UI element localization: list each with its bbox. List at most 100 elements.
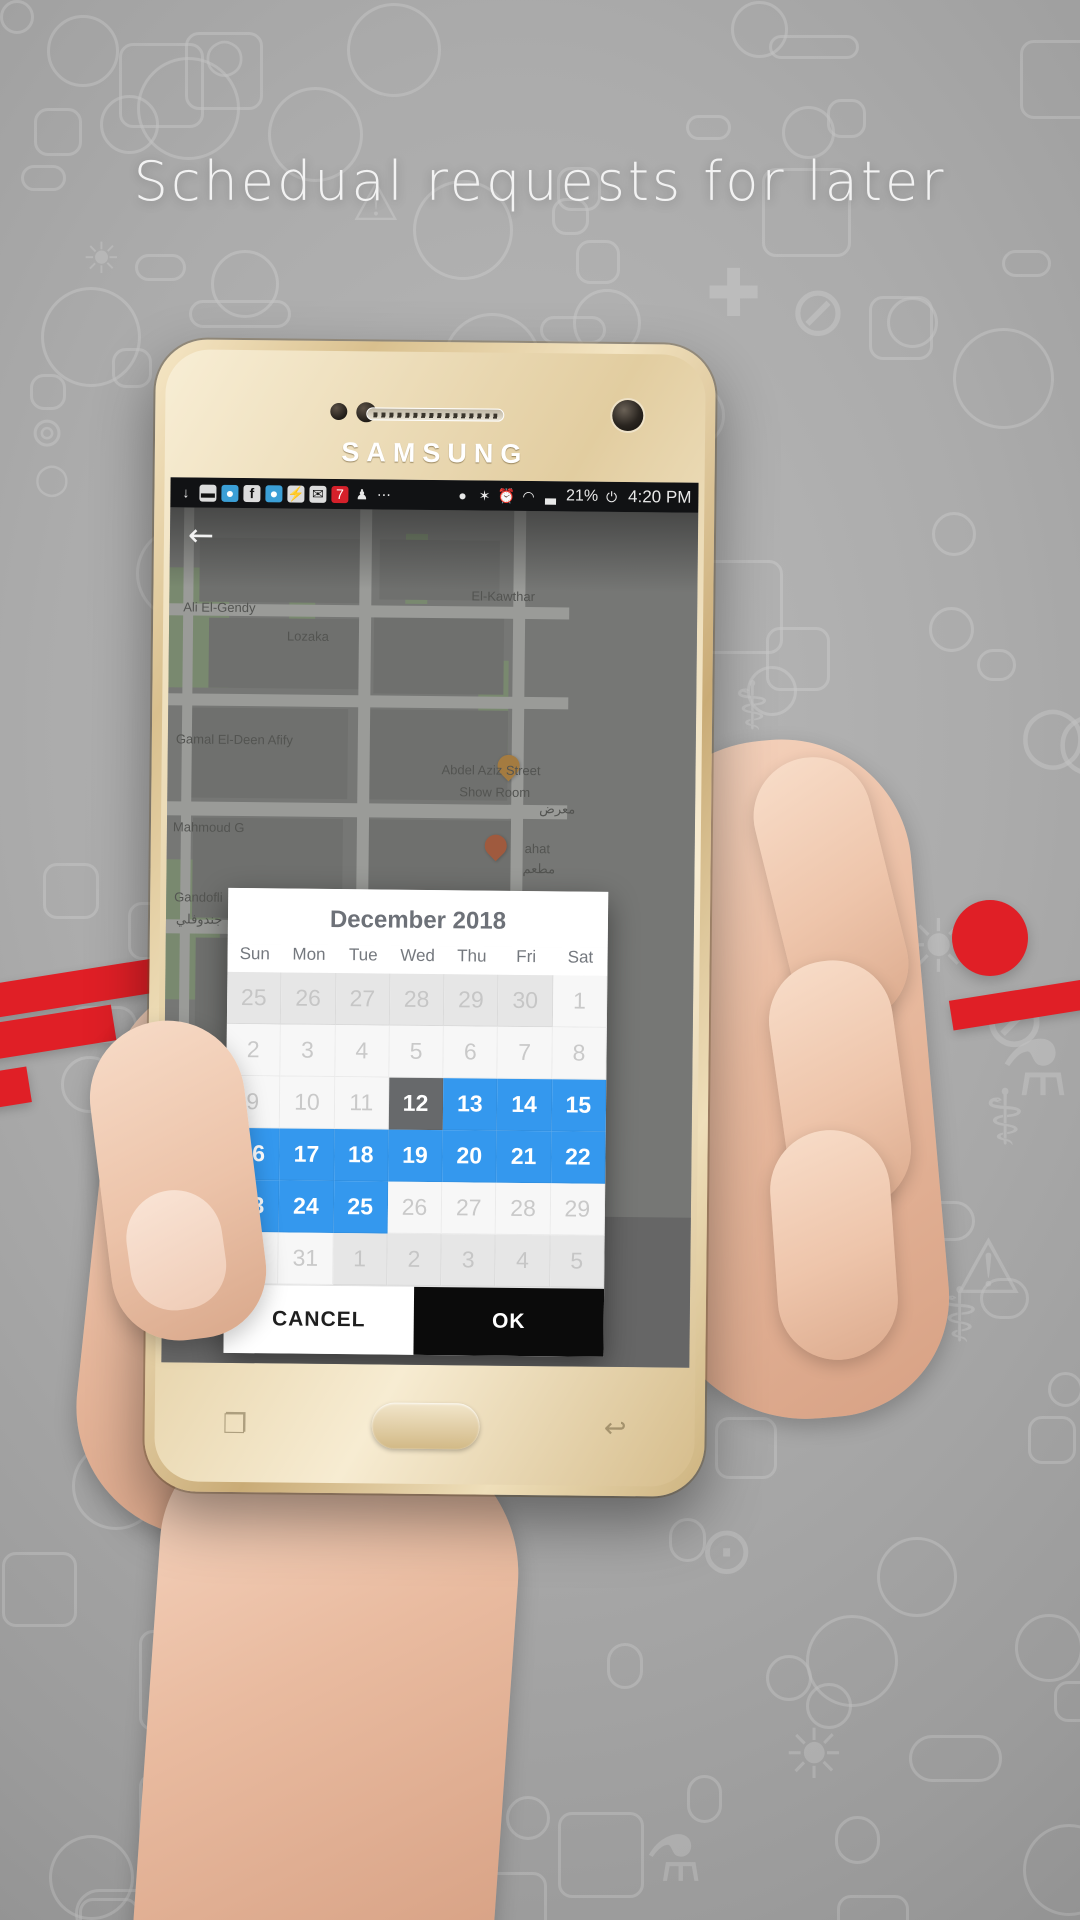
wallpaper-icon xyxy=(869,296,933,360)
calendar-day-cell: 29 xyxy=(444,974,499,1027)
red-circle-decoration xyxy=(952,900,1028,976)
wallpaper-icon xyxy=(158,1663,239,1709)
calendar-day-cell[interactable]: 21 xyxy=(496,1130,552,1184)
wallpaper-icon xyxy=(877,1537,957,1617)
wallpaper-icon: ○ xyxy=(204,28,246,83)
wallpaper-icon xyxy=(806,1683,852,1729)
calendar-day-cell: 26 xyxy=(387,1181,443,1235)
wallpaper-icon: ⊘ xyxy=(301,1574,344,1633)
wallpaper-icon xyxy=(112,348,152,388)
calendar-day-cell: 28 xyxy=(496,1182,551,1236)
wallpaper-icon xyxy=(827,99,866,138)
back-arrow-icon[interactable]: ← xyxy=(188,517,222,553)
wallpaper-icon xyxy=(1048,1372,1080,1407)
wallpaper-icon xyxy=(316,1629,386,1699)
wallpaper-icon: ⚕ xyxy=(984,1074,1026,1163)
wallpaper-icon xyxy=(747,666,797,716)
back-icon[interactable]: ↩ xyxy=(604,1412,627,1443)
calendar-day-cell: 10 xyxy=(280,1076,335,1130)
wallpaper-icon xyxy=(607,1643,643,1689)
wallpaper-icon: ○ xyxy=(1019,689,1080,779)
wallpaper-icon xyxy=(540,316,606,344)
wallpaper-icon xyxy=(79,1898,139,1920)
wallpaper-icon xyxy=(806,1615,898,1707)
facebook-icon: f xyxy=(243,484,261,502)
wallpaper-icon xyxy=(185,32,263,110)
bluetooth-icon: ✶ xyxy=(478,487,491,504)
calendar-day-cell: 31 xyxy=(278,1232,334,1286)
finger-ring xyxy=(766,1126,902,1364)
calendar-day-cell: 30 xyxy=(498,974,554,1028)
more-dots-icon: ⋯ xyxy=(376,486,392,503)
home-button[interactable] xyxy=(371,1402,480,1450)
wallpaper-icon xyxy=(139,1773,220,1854)
wallpaper-icon xyxy=(980,1278,1029,1319)
wallpaper-icon: ⚕ xyxy=(939,1271,980,1359)
weekday-header-row: Sun Mon Tue Wed Thu Fri Sat xyxy=(227,943,608,976)
calendar-day-cell[interactable]: 24 xyxy=(278,1180,334,1234)
messenger-icon: ⚡ xyxy=(287,484,305,503)
status-notification-icons: ↓ ▬ ● f ● ⚡ ✉ 7 ♟ ⋯ xyxy=(177,484,454,504)
calendar-day-cell[interactable]: 17 xyxy=(279,1128,335,1182)
wallpaper-icon xyxy=(1023,1824,1080,1916)
wallpaper-icon xyxy=(929,607,974,652)
wallpaper-icon xyxy=(715,1417,777,1479)
wallpaper-icon: ○ xyxy=(1056,700,1080,779)
wallpaper-icon xyxy=(453,1872,547,1920)
calendar-day-cell[interactable]: 22 xyxy=(550,1131,606,1184)
wallpaper-icon: ○ xyxy=(34,454,70,502)
calendar-day-cell[interactable]: 25 xyxy=(333,1181,389,1234)
wallpaper-icon xyxy=(237,1829,319,1878)
wallpaper-icon xyxy=(716,991,775,1050)
calendar-day-cell[interactable]: 18 xyxy=(333,1129,389,1182)
calendar-day-cell: 5 xyxy=(389,1025,445,1079)
wallpaper-icon xyxy=(731,1,788,58)
wallpaper-icon xyxy=(252,1742,350,1840)
wallpaper-icon: ⊚ xyxy=(30,408,65,456)
wallpaper-icon xyxy=(41,287,141,387)
wallpaper-icon: ⊘ xyxy=(789,272,847,352)
poster-stage: ⊚⊙⚠⚗⚕⊚☀⚕⚕⊘⊘☀○⚗○☀⚠✚⚕⊘⊚⚗☀⊙⚗⚠☀☀○☀○⚗ Schedua… xyxy=(0,0,1080,1920)
calendar-day-cell: 3 xyxy=(441,1234,497,1287)
wallpaper-icon: ⚗ xyxy=(645,1823,703,1897)
wallpaper-icon xyxy=(189,300,291,328)
wallpaper-icon: ☀ xyxy=(170,1535,212,1589)
calendar-day-cell[interactable]: 20 xyxy=(442,1130,498,1183)
calendar-day-cell: 4 xyxy=(495,1234,551,1288)
calendar-day-cell[interactable]: 12 xyxy=(388,1077,444,1131)
wallpaper-icon: ✚ xyxy=(706,255,762,332)
toolbar-gradient xyxy=(169,507,699,593)
weekday-mon: Mon xyxy=(292,944,326,964)
recents-icon[interactable]: ❐ xyxy=(223,1408,248,1439)
wallpaper-icon xyxy=(835,1816,880,1864)
phone-nav-bar: ❐ ↩ xyxy=(160,1369,689,1483)
wallpaper-icon xyxy=(932,512,976,556)
wallpaper-icon xyxy=(1015,1614,1080,1682)
calendar-day-cell[interactable]: 14 xyxy=(497,1078,553,1132)
device-brand: SAMSUNG xyxy=(341,437,529,470)
wallpaper-icon: ☀ xyxy=(783,1715,845,1795)
wallpaper-icon xyxy=(137,57,240,160)
signal-icon: ▃ xyxy=(545,488,557,505)
wallpaper-icon xyxy=(1002,250,1051,277)
calendar-day-grid[interactable]: 2526272829301234567891011121314151617181… xyxy=(224,971,608,1288)
calendar-day-cell[interactable]: 19 xyxy=(388,1129,443,1183)
shield-blue-2-icon: ● xyxy=(265,484,283,502)
wallpaper-icon xyxy=(30,374,66,410)
wallpaper-icon xyxy=(100,95,159,154)
weekday-wed: Wed xyxy=(400,945,436,966)
android-status-bar: ↓ ▬ ● f ● ⚡ ✉ 7 ♟ ⋯ ● ✶ ⏰ ◠ ▃ 21% ⏻ 4:20 PM xyxy=(170,477,699,513)
wallpaper-icon xyxy=(977,649,1016,681)
wallpaper-icon xyxy=(506,1796,550,1840)
calendar-day-cell[interactable]: 15 xyxy=(551,1079,607,1132)
wallpaper-icon xyxy=(769,35,859,59)
ok-button[interactable]: OK xyxy=(413,1286,605,1357)
wallpaper-icon xyxy=(766,1655,812,1701)
weekday-sun: Sun xyxy=(239,944,270,964)
wallpaper-icon xyxy=(164,1529,213,1573)
calendar-day-cell[interactable]: 13 xyxy=(442,1078,498,1131)
battery-charging-icon: ⏻ xyxy=(605,488,618,505)
status-clock: 4:20 PM xyxy=(628,487,692,507)
wallpaper-icon: ⚠ xyxy=(954,1222,1023,1311)
date-picker-dialog[interactable]: December 2018 Sun Mon Tue Wed Thu Fri Sat 25 26… xyxy=(223,887,609,1357)
